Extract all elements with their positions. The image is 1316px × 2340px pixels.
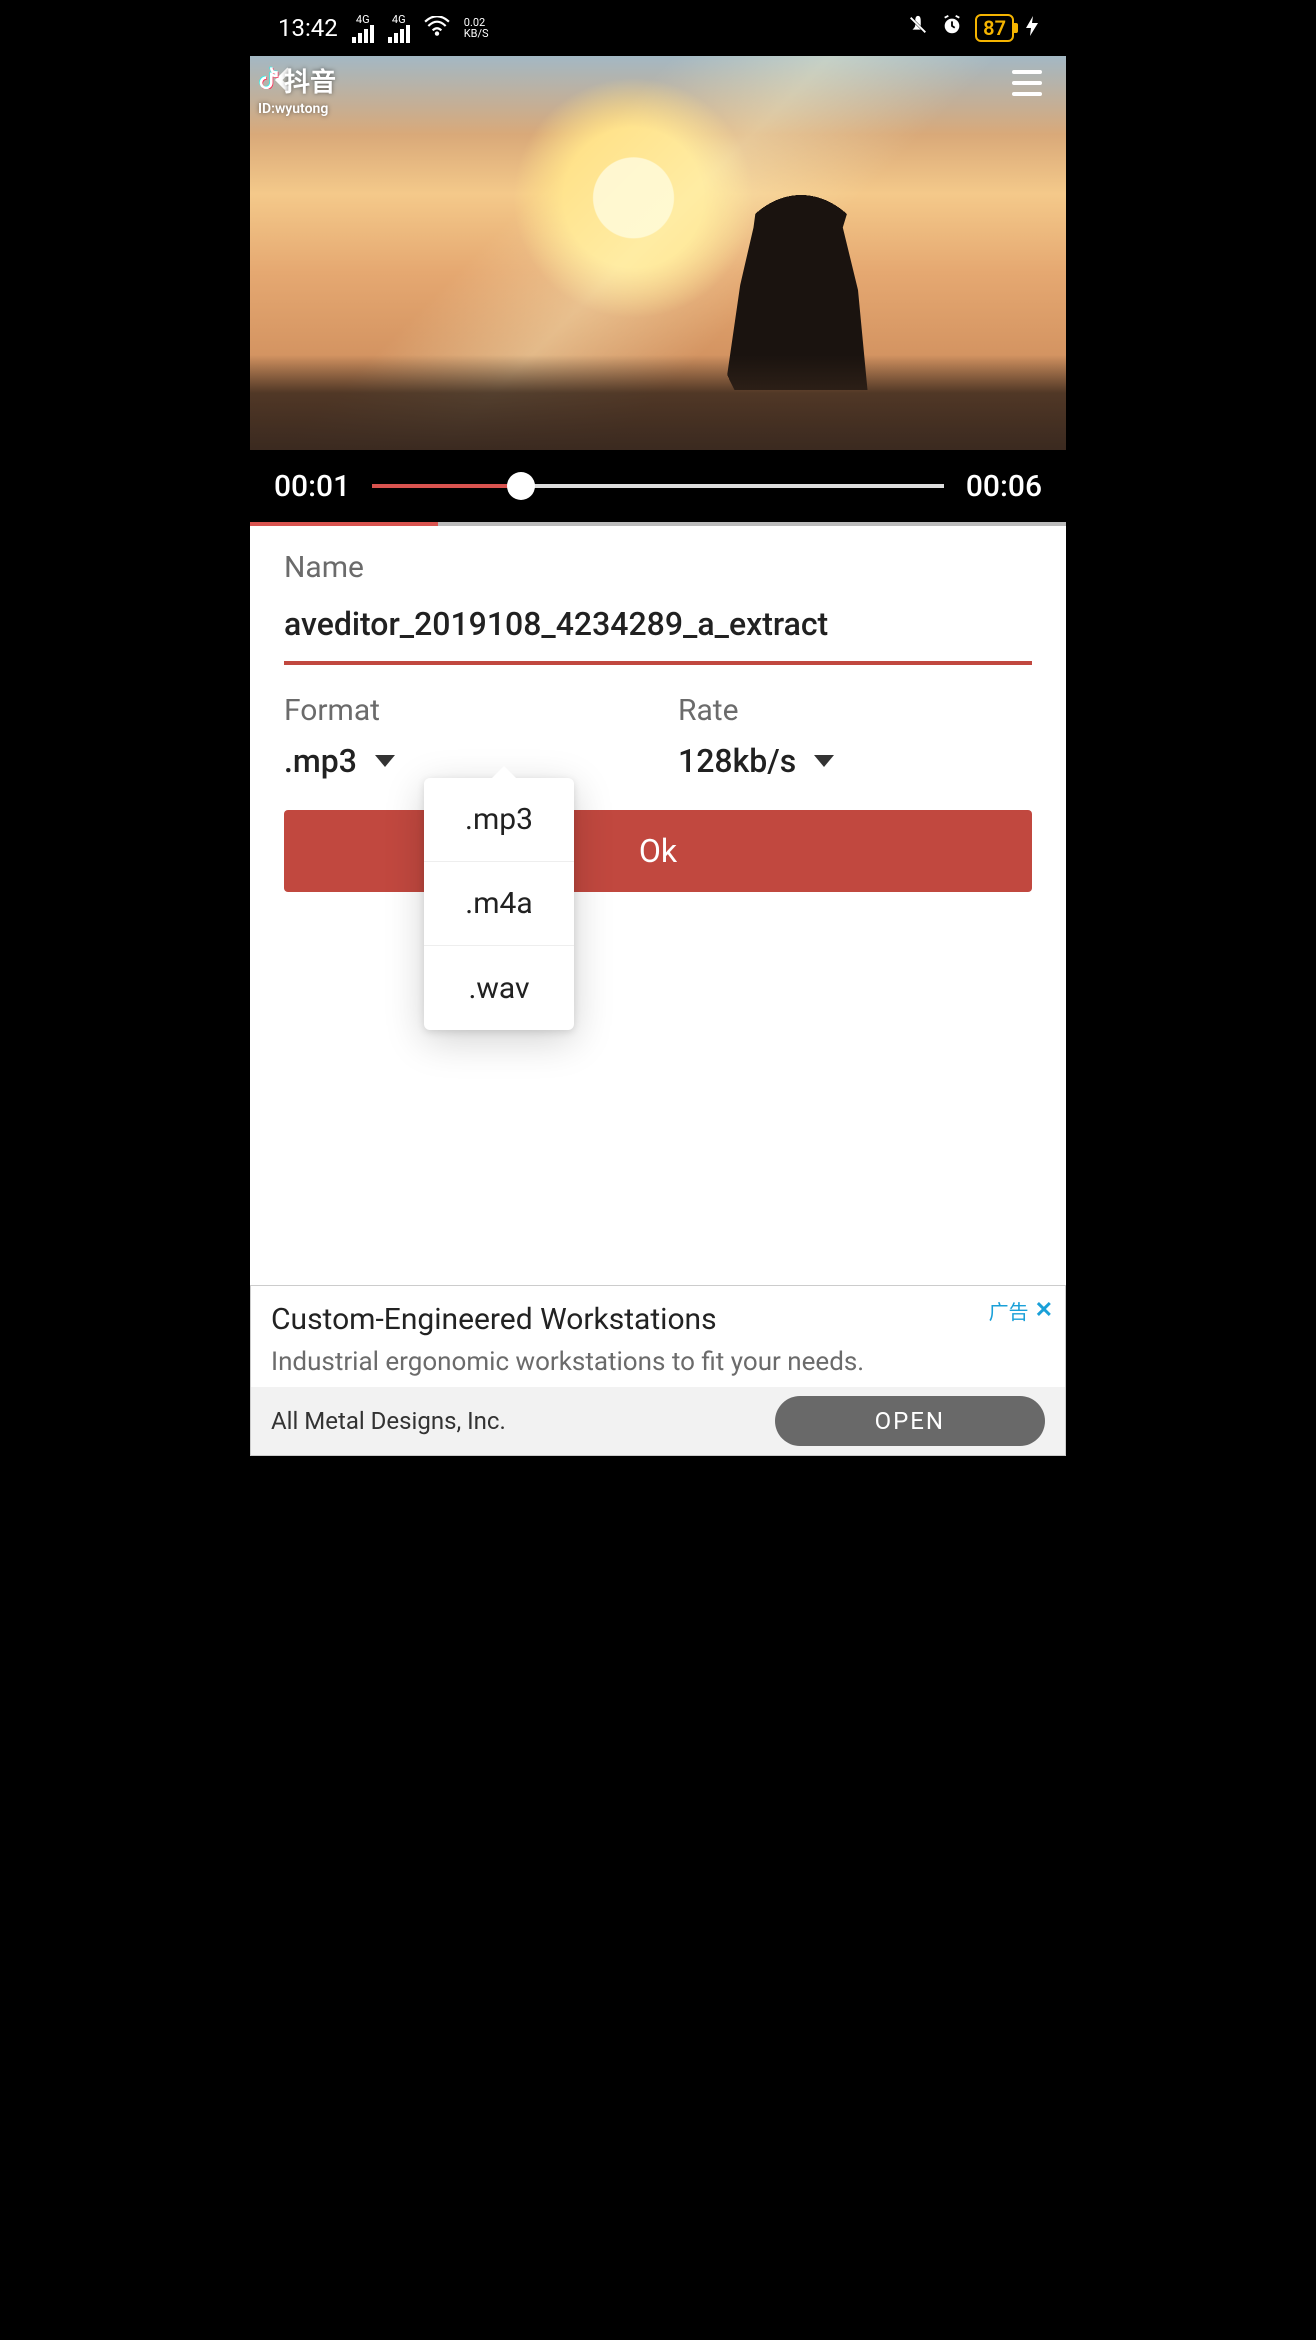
name-input[interactable]: [284, 599, 1032, 665]
wifi-icon: [424, 14, 450, 42]
video-player[interactable]: 抖音 ID:wyutong 00:01 00:06: [250, 56, 1066, 522]
alarm-icon: [941, 14, 963, 42]
format-label: Format: [284, 693, 638, 728]
douyin-icon: [258, 65, 280, 96]
extract-form: Name Format .mp3 Rate 128kb/s Ok: [250, 522, 1066, 892]
signal-icon: [388, 25, 410, 43]
format-value: .mp3: [284, 742, 357, 780]
ad-close-icon[interactable]: ✕: [1035, 1298, 1053, 1323]
ad-title: Custom-Engineered Workstations: [271, 1302, 1045, 1337]
seek-bar[interactable]: [372, 472, 944, 500]
ad-badge: 广告: [989, 1296, 1029, 1325]
watermark: 抖音 ID:wyutong: [258, 62, 336, 117]
format-option-mp3[interactable]: .mp3: [424, 778, 574, 862]
net-4g-1: 4G: [356, 14, 370, 25]
rate-label: Rate: [678, 693, 1032, 728]
name-label: Name: [284, 550, 1032, 585]
format-option-wav[interactable]: .wav: [424, 946, 574, 1030]
charging-icon: [1026, 14, 1038, 42]
status-bar: 13:42 4G 4G 0.02 KB/S 8: [250, 0, 1066, 56]
ad-open-button[interactable]: OPEN: [775, 1396, 1045, 1446]
kbps-unit: KB/S: [464, 28, 489, 39]
current-time: 00:01: [274, 469, 350, 504]
clock: 13:42: [278, 14, 338, 42]
buffer-bar: [250, 522, 1066, 526]
seek-knob[interactable]: [507, 472, 535, 500]
ad-banner[interactable]: 广告 ✕ Custom-Engineered Workstations Indu…: [250, 1285, 1066, 1456]
ad-source: All Metal Designs, Inc.: [271, 1407, 506, 1435]
ok-button[interactable]: Ok: [284, 810, 1032, 892]
chevron-down-icon: [375, 755, 395, 767]
ad-subtitle: Industrial ergonomic workstations to fit…: [271, 1347, 1045, 1377]
battery-indicator: 87: [975, 14, 1014, 42]
video-thumbnail: [250, 56, 1066, 450]
signal-icon: [352, 25, 374, 43]
mute-icon: [907, 14, 929, 42]
format-options-popup: .mp3 .m4a .wav: [424, 778, 574, 1030]
rate-dropdown[interactable]: 128kb/s: [678, 742, 1032, 780]
menu-button[interactable]: [1006, 64, 1048, 102]
format-dropdown[interactable]: .mp3: [284, 742, 638, 780]
watermark-id: ID:wyutong: [258, 101, 336, 117]
watermark-brand: 抖音: [284, 62, 336, 99]
chevron-down-icon: [814, 755, 834, 767]
rate-value: 128kb/s: [678, 742, 796, 780]
duration: 00:06: [966, 469, 1042, 504]
video-controls: 00:01 00:06: [250, 450, 1066, 522]
net-4g-2: 4G: [392, 14, 406, 25]
format-option-m4a[interactable]: .m4a: [424, 862, 574, 946]
